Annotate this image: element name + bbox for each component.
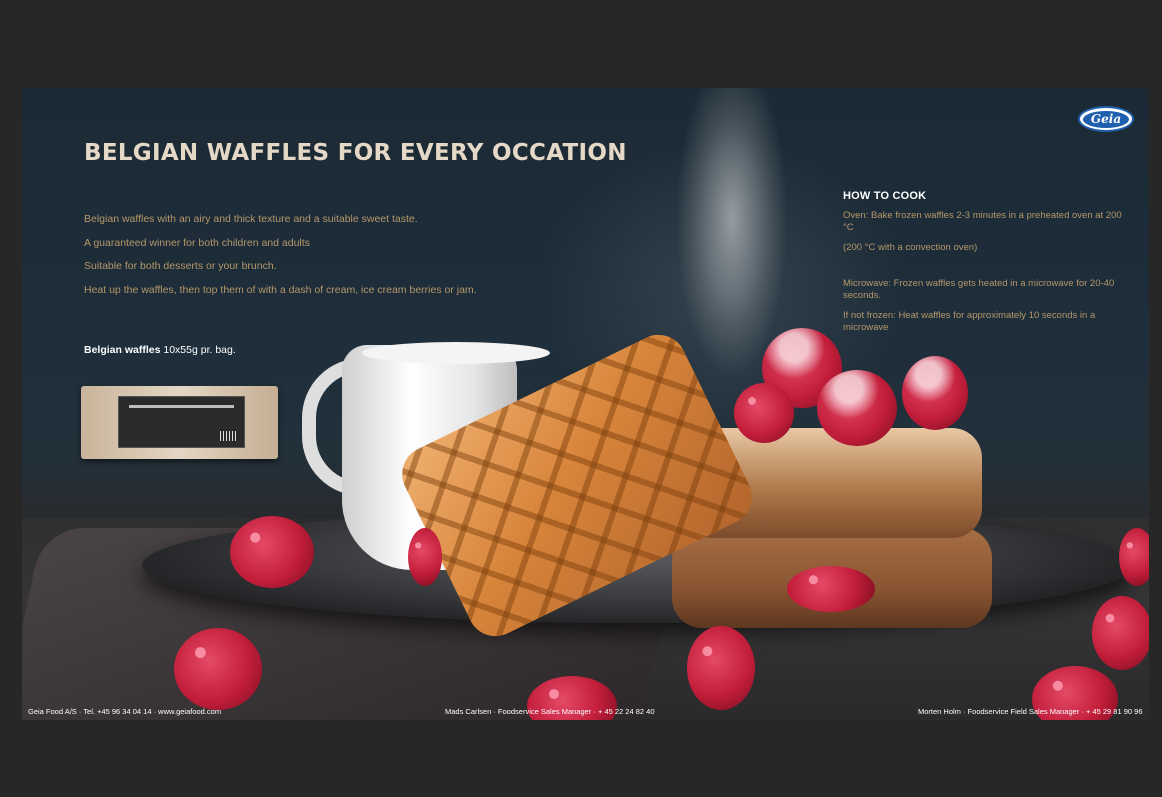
- product-description: Belgian waffles 10x55g pr. bag.: [84, 344, 236, 356]
- geia-logo: Geia: [1078, 106, 1134, 132]
- how-to-cook-heading: HOW TO COOK: [843, 190, 927, 202]
- oven-note: (200 °C with a convection oven): [843, 242, 978, 253]
- product-package-image: [81, 386, 278, 459]
- footer-contact-sales-manager: Mads Carlsen · Foodservice Sales Manager…: [445, 707, 655, 716]
- oven-instruction: Oven: Bake frozen waffles 2-3 minutes in…: [843, 210, 1122, 233]
- microwave-instruction: Microwave: Frozen waffles gets heated in…: [843, 278, 1115, 301]
- product-name: Belgian waffles: [84, 344, 161, 356]
- raspberry-image: [408, 528, 442, 586]
- raspberry-image: [174, 628, 262, 710]
- raspberry-image: [1092, 596, 1149, 670]
- product-spec: 10x55g pr. bag.: [163, 344, 236, 356]
- document-viewer: Geia BELGIAN WAFFLES FOR EVERY OCCATION …: [0, 0, 1162, 797]
- raspberry-image: [787, 566, 875, 612]
- raspberry-image: [902, 356, 968, 430]
- feature-list: Belgian waffles with an airy and thick t…: [84, 212, 477, 306]
- page-title: BELGIAN WAFFLES FOR EVERY OCCATION: [84, 140, 627, 166]
- feature-item: Suitable for both desserts or your brunc…: [84, 260, 277, 272]
- package-label: [118, 396, 245, 448]
- raspberry-image: [1119, 528, 1149, 586]
- raspberry-image: [687, 626, 755, 710]
- footer-contact-field-sales-manager: Morten Holm · Foodservice Field Sales Ma…: [918, 707, 1143, 716]
- feature-item: Belgian waffles with an airy and thick t…: [84, 213, 418, 225]
- feature-item: A guaranteed winner for both children an…: [84, 236, 310, 249]
- raspberry-image: [734, 383, 794, 443]
- not-frozen-instruction: If not frozen: Heat waffles for approxim…: [843, 310, 1096, 333]
- how-to-cook-section: HOW TO COOK Oven: Bake frozen waffles 2-…: [843, 190, 1133, 334]
- pitcher-lip: [362, 342, 550, 364]
- logo-text: Geia: [1083, 110, 1129, 128]
- footer-company: Geia Food A/S · Tel. +45 96 34 04 14 · w…: [28, 707, 222, 716]
- raspberry-image: [230, 516, 314, 588]
- feature-item: Heat up the waffles, then top them of wi…: [84, 283, 477, 296]
- raspberry-image: [817, 370, 897, 446]
- flyer-page: Geia BELGIAN WAFFLES FOR EVERY OCCATION …: [22, 88, 1149, 720]
